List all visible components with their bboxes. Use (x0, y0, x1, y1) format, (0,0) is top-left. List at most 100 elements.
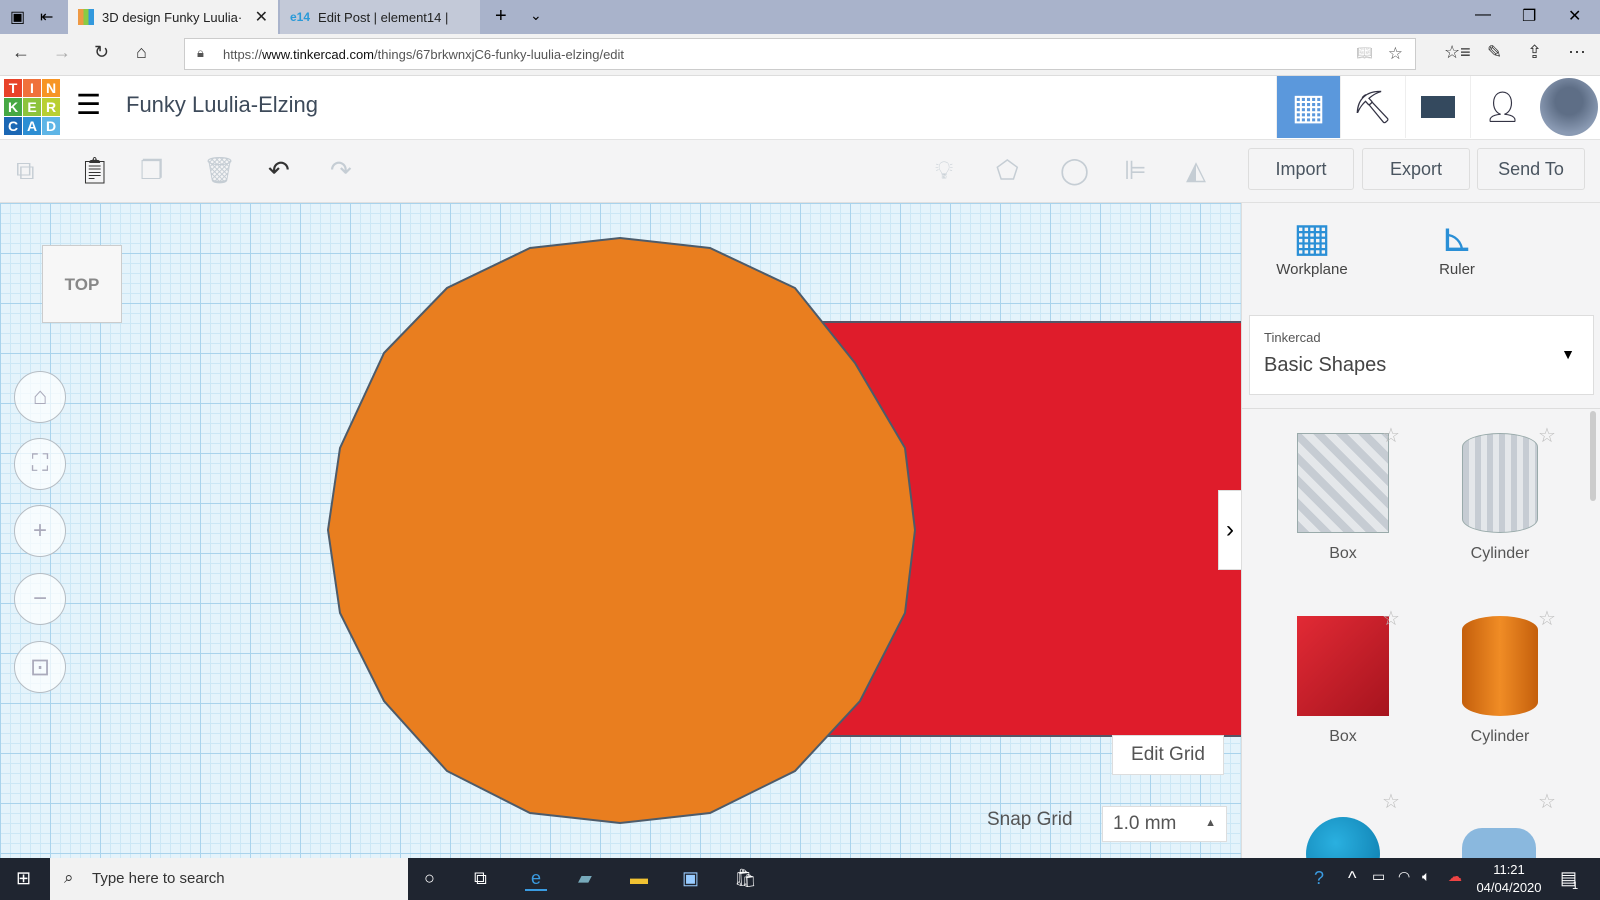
file-explorer-icon[interactable]: ▬ (630, 868, 648, 889)
favorite-star-icon[interactable]: ☆ (1538, 606, 1556, 631)
3d-view-button[interactable]: ▦ (1276, 76, 1340, 138)
dropdown-caret-icon: ▼ (1561, 346, 1575, 362)
close-tab-icon[interactable]: ✕ (255, 7, 268, 27)
photos-icon[interactable]: ▣ (682, 868, 699, 889)
ruler-icon: ⊾ (1440, 216, 1474, 260)
ruler-button[interactable]: ⊾ Ruler (1417, 215, 1497, 278)
edge-icon[interactable]: e (525, 868, 548, 891)
lightbulb-icon[interactable]: 💡︎ (935, 155, 953, 187)
tab-tinkercad[interactable]: 3D design Funky Luulia· ✕ (68, 0, 278, 34)
favorite-star-icon[interactable]: ☆ (1382, 606, 1400, 631)
back-icon[interactable]: ← (12, 42, 30, 63)
group-icon[interactable]: ⬠ (996, 155, 1019, 186)
invite-user-button[interactable]: 👤︎ (1470, 76, 1534, 138)
tab-actions-icon[interactable]: ▣ (10, 7, 25, 27)
favorite-star-icon[interactable]: ☆ (1382, 423, 1400, 448)
minimize-icon[interactable]: — (1475, 6, 1491, 24)
minecraft-button[interactable]: ⛏ (1340, 76, 1404, 138)
export-button[interactable]: Export (1362, 148, 1470, 190)
zoom-in-button[interactable]: + (14, 505, 66, 557)
app-header: TIN KER CAD ☰ Funky Luulia-Elzing ▦ ⛏ 👤︎ (0, 76, 1600, 140)
home-icon[interactable]: ⌂ (136, 42, 147, 63)
task-view-icon[interactable]: ⧉ (474, 868, 487, 889)
favorite-star-icon[interactable]: ☆ (1388, 44, 1403, 64)
ungroup-icon[interactable]: ◯ (1060, 155, 1089, 186)
wifi-icon[interactable]: ◠ (1398, 868, 1410, 885)
snap-grid-select[interactable]: 1.0 mm ▲ (1102, 806, 1227, 842)
set-aside-tabs-icon[interactable]: ⇤ (40, 7, 53, 27)
delete-icon[interactable]: 🗑︎ (203, 155, 236, 186)
new-tab-icon[interactable]: + (495, 5, 507, 28)
share-icon[interactable]: ⇪ (1527, 42, 1542, 63)
tab-element14[interactable]: e14 Edit Post | element14 | (280, 0, 480, 34)
mirror-icon[interactable]: ◭ (1186, 155, 1206, 186)
design-list-icon[interactable]: ☰ (76, 88, 101, 121)
browser-tab-bar: ▣ ⇤ 3D design Funky Luulia· ✕ e14 Edit P… (0, 0, 1600, 34)
edit-toolbar: ⧉ 📋︎ ❐ 🗑︎ ↶ ↷ 💡︎ ⬠ ◯ ⊫ ◭ Import Export S… (0, 140, 1600, 203)
perspective-icon: ⊡ (29, 653, 51, 681)
app-icon[interactable]: ▰ (578, 868, 592, 889)
copy-icon[interactable]: ⧉ (16, 155, 35, 187)
design-title[interactable]: Funky Luulia-Elzing (126, 92, 318, 118)
volume-icon[interactable]: 🔈︎ (1422, 868, 1430, 885)
refresh-icon[interactable]: ↻ (94, 42, 109, 63)
close-window-icon[interactable]: ✕ (1568, 6, 1581, 26)
redo-icon[interactable]: ↷ (330, 155, 352, 186)
fit-all-icon: ⛶ (31, 450, 49, 477)
shape-box[interactable]: Box (1283, 616, 1403, 746)
favorites-list-icon[interactable]: ☆≡ (1444, 42, 1471, 63)
chevron-right-icon: › (1226, 516, 1234, 543)
workplane-canvas[interactable]: TOP ⌂ ⛶ + − ⊡ Edit Grid Snap Grid 1.0 mm… (0, 203, 1241, 858)
scrollbar[interactable] (1590, 411, 1596, 501)
pen-icon[interactable]: ✎ (1487, 42, 1502, 63)
help-icon[interactable]: ? (1314, 868, 1324, 889)
library-source: Tinkercad (1264, 330, 1321, 345)
collapse-panel-button[interactable]: › (1218, 490, 1242, 570)
avatar[interactable] (1540, 78, 1598, 136)
shape-cylinder[interactable]: Cylinder (1440, 616, 1560, 746)
favorite-star-icon[interactable]: ☆ (1538, 789, 1556, 814)
edit-grid-button[interactable]: Edit Grid (1112, 735, 1224, 775)
tab-list-chevron-icon[interactable]: ⌄ (530, 7, 542, 24)
undo-icon[interactable]: ↶ (268, 155, 290, 186)
home-icon: ⌂ (32, 383, 48, 410)
favorite-star-icon[interactable]: ☆ (1382, 789, 1400, 814)
restore-icon[interactable]: ❐ (1522, 6, 1536, 26)
tinkercad-logo[interactable]: TIN KER CAD (4, 79, 60, 135)
battery-icon[interactable]: ▭ (1372, 868, 1385, 885)
add-user-icon: 👤︎ (1483, 90, 1522, 124)
workplane-icon: ▦ (1293, 216, 1331, 260)
show-hidden-icons-chevron-icon[interactable]: ^ (1348, 868, 1356, 889)
clock[interactable]: 11:21 04/04/2020 (1472, 861, 1546, 897)
align-icon[interactable]: ⊫ (1124, 155, 1147, 186)
tab-label: 3D design Funky Luulia· (102, 9, 243, 25)
cortana-icon[interactable]: ○ (424, 868, 435, 889)
bricks-button[interactable] (1405, 76, 1469, 138)
minus-icon: − (32, 585, 47, 612)
search-placeholder: Type here to search (92, 870, 225, 887)
onedrive-error-icon[interactable]: ☁ (1448, 868, 1462, 885)
view-cube[interactable]: TOP (42, 245, 122, 323)
shape-cylinder-hole[interactable]: Cylinder (1440, 433, 1560, 563)
perspective-button[interactable]: ⊡ (14, 641, 66, 693)
store-icon[interactable]: 🛍︎ (734, 868, 757, 889)
duplicate-icon[interactable]: ❐ (140, 155, 163, 186)
taskbar-search-input[interactable]: ⌕ Type here to search (50, 858, 408, 900)
home-view-button[interactable]: ⌂ (14, 371, 66, 423)
reading-view-icon[interactable]: 📖︎ (1356, 45, 1373, 61)
import-button[interactable]: Import (1248, 148, 1354, 190)
workplane-label: Workplane (1276, 261, 1348, 278)
url-input[interactable]: 🔒︎ https://www.tinkercad.com/things/67br… (184, 38, 1416, 70)
more-icon[interactable]: ⋯ (1568, 42, 1586, 63)
fit-view-button[interactable]: ⛶ (14, 438, 66, 490)
workplane-button[interactable]: ▦ Workplane (1272, 215, 1352, 278)
forward-icon[interactable]: → (53, 42, 71, 63)
shape-box-hole[interactable]: Box (1283, 433, 1403, 563)
favorite-star-icon[interactable]: ☆ (1538, 423, 1556, 448)
windows-start-icon[interactable]: ⊞ (16, 868, 31, 889)
paste-icon[interactable]: 📋︎ (78, 155, 111, 186)
address-bar-row: ← → ↻ ⌂ 🔒︎ https://www.tinkercad.com/thi… (0, 34, 1600, 76)
send-to-button[interactable]: Send To (1477, 148, 1585, 190)
shape-library-select[interactable]: Tinkercad Basic Shapes ▼ (1249, 315, 1594, 395)
zoom-out-button[interactable]: − (14, 573, 66, 625)
